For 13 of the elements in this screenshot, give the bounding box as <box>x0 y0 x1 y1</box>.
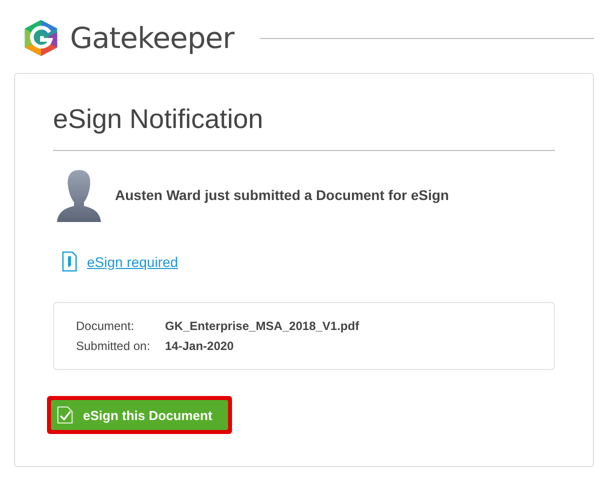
detail-label: Submitted on: <box>76 339 152 353</box>
avatar-icon <box>57 168 101 222</box>
logo-icon <box>22 19 60 57</box>
esign-document-button[interactable]: eSign this Document <box>51 400 228 430</box>
card-title: eSign Notification <box>53 104 264 136</box>
notification-message: Austen Ward just submitted a Document for eSign <box>115 187 449 203</box>
esign-required-link[interactable]: eSign required <box>87 254 178 270</box>
brand-name: Gatekeeper <box>70 21 234 55</box>
document-pen-icon <box>62 251 77 272</box>
detail-value: 14-Jan-2020 <box>165 339 234 353</box>
document-check-icon <box>57 406 73 424</box>
detail-label: Document: <box>76 319 136 333</box>
detail-value: GK_Enterprise_MSA_2018_V1.pdf <box>165 319 360 333</box>
